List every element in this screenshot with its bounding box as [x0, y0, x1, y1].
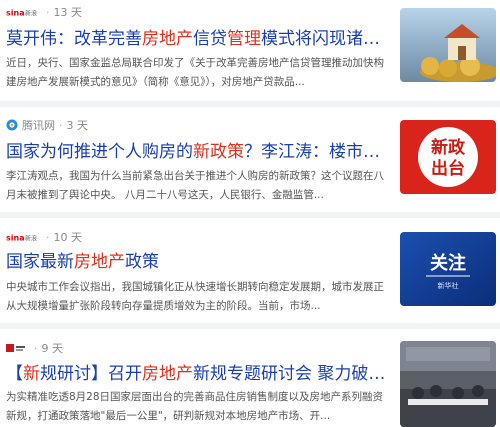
title-highlight: 新	[23, 364, 40, 384]
title-highlight: 房地产	[74, 252, 125, 272]
result-thumbnail[interactable]: 关注 新华社	[400, 232, 496, 306]
title-text: 信贷	[193, 29, 227, 49]
result-snippet: 为实精准吃透8月28日国家层面出台的完善商品住房销售制度以及房地产系列融资新规，…	[6, 391, 384, 422]
result-snippet: 李江涛观点，我国为什么当前紧急出台关于推进个人购房的新政策？这个议题在八月末被推…	[6, 170, 384, 201]
result-title[interactable]: 国家最新房地产政策	[6, 251, 388, 273]
title-highlight: 房地产	[142, 364, 193, 384]
sina-finance-logo: sina 新浪	[6, 232, 38, 243]
title-highlight: 管理	[227, 29, 261, 49]
result-title[interactable]: 国家为何推进个人购房的新政策？李江涛：楼市风...	[6, 141, 388, 163]
result-age: 13 天	[53, 6, 83, 19]
title-highlight: 新政策	[193, 142, 244, 162]
title-text: 莫开伟：改革完善	[6, 29, 142, 49]
result-thumbnail[interactable]	[400, 8, 496, 82]
source-logo	[6, 343, 26, 353]
result-source: · 9 天	[6, 340, 63, 356]
result-thumbnail[interactable]: 新政 出台	[400, 120, 496, 194]
result-snippet: 中央城市工作会议指出，我国城镇化正从快速增长期转向稳定发展期，城市发展正从大规模…	[6, 281, 384, 312]
title-text: 国家为何推进个人购房的	[6, 142, 193, 162]
result-card-3[interactable]: sina 新浪 · 10 天 国家最新房地产政策 中央城市工作会议指出，我国城镇化…	[0, 218, 500, 323]
result-title[interactable]: 【新规研讨】召开房地产新规专题研讨会 聚力破解...	[6, 363, 388, 385]
result-age: 10 天	[53, 231, 83, 244]
result-card-4[interactable]: · 9 天 【新规研讨】召开房地产新规专题研讨会 聚力破解... 为实精准吃透8…	[0, 329, 500, 427]
title-highlight: 房地产	[142, 29, 193, 49]
title-text: 模式将闪现诸多...	[261, 29, 388, 49]
result-source-name: 腾讯网	[22, 119, 55, 132]
svg-text:sina: sina	[6, 9, 25, 18]
result-source: sina 新浪 · 10 天	[6, 230, 83, 245]
sina-finance-logo: sina 新浪	[6, 7, 38, 18]
result-source: sina 新浪 · 13 天	[6, 5, 83, 20]
svg-text:sina: sina	[6, 234, 25, 243]
svg-text:新浪: 新浪	[25, 235, 37, 243]
result-age: 3 天	[66, 119, 89, 132]
thumb-subtitle: 新华社	[438, 281, 459, 290]
result-thumbnail[interactable]	[400, 341, 496, 427]
result-age: 9 天	[41, 342, 64, 355]
result-title[interactable]: 莫开伟：改革完善房地产信贷管理模式将闪现诸多...	[6, 28, 388, 50]
title-text: 国家最新	[6, 252, 74, 272]
result-card-2[interactable]: 腾讯网 · 3 天 国家为何推进个人购房的新政策？李江涛：楼市风... 李江涛观…	[0, 107, 500, 212]
title-text: 政策	[125, 252, 159, 272]
result-source: 腾讯网 · 3 天	[6, 117, 88, 133]
result-card-1[interactable]: sina 新浪 · 13 天 莫开伟：改革完善房地产信贷管理模式将闪现诸多... …	[0, 0, 500, 101]
tencent-news-icon	[6, 119, 18, 131]
title-text: ？李江涛：楼市风...	[244, 142, 388, 162]
title-text: 【	[6, 364, 23, 384]
thumb-title: 关注	[430, 252, 466, 274]
thumb-text-line2: 出台	[431, 158, 465, 179]
title-text: 规研讨】召开	[40, 364, 142, 384]
svg-text:新浪: 新浪	[25, 10, 37, 18]
title-text: 新规专题研讨会 聚力破解...	[193, 364, 388, 384]
thumb-text-line1: 新政	[431, 137, 466, 158]
result-snippet: 近日，央行、国家金监总局联合印发了《关于改革完善房地产信贷管理推动加快构建房地产…	[6, 57, 384, 88]
